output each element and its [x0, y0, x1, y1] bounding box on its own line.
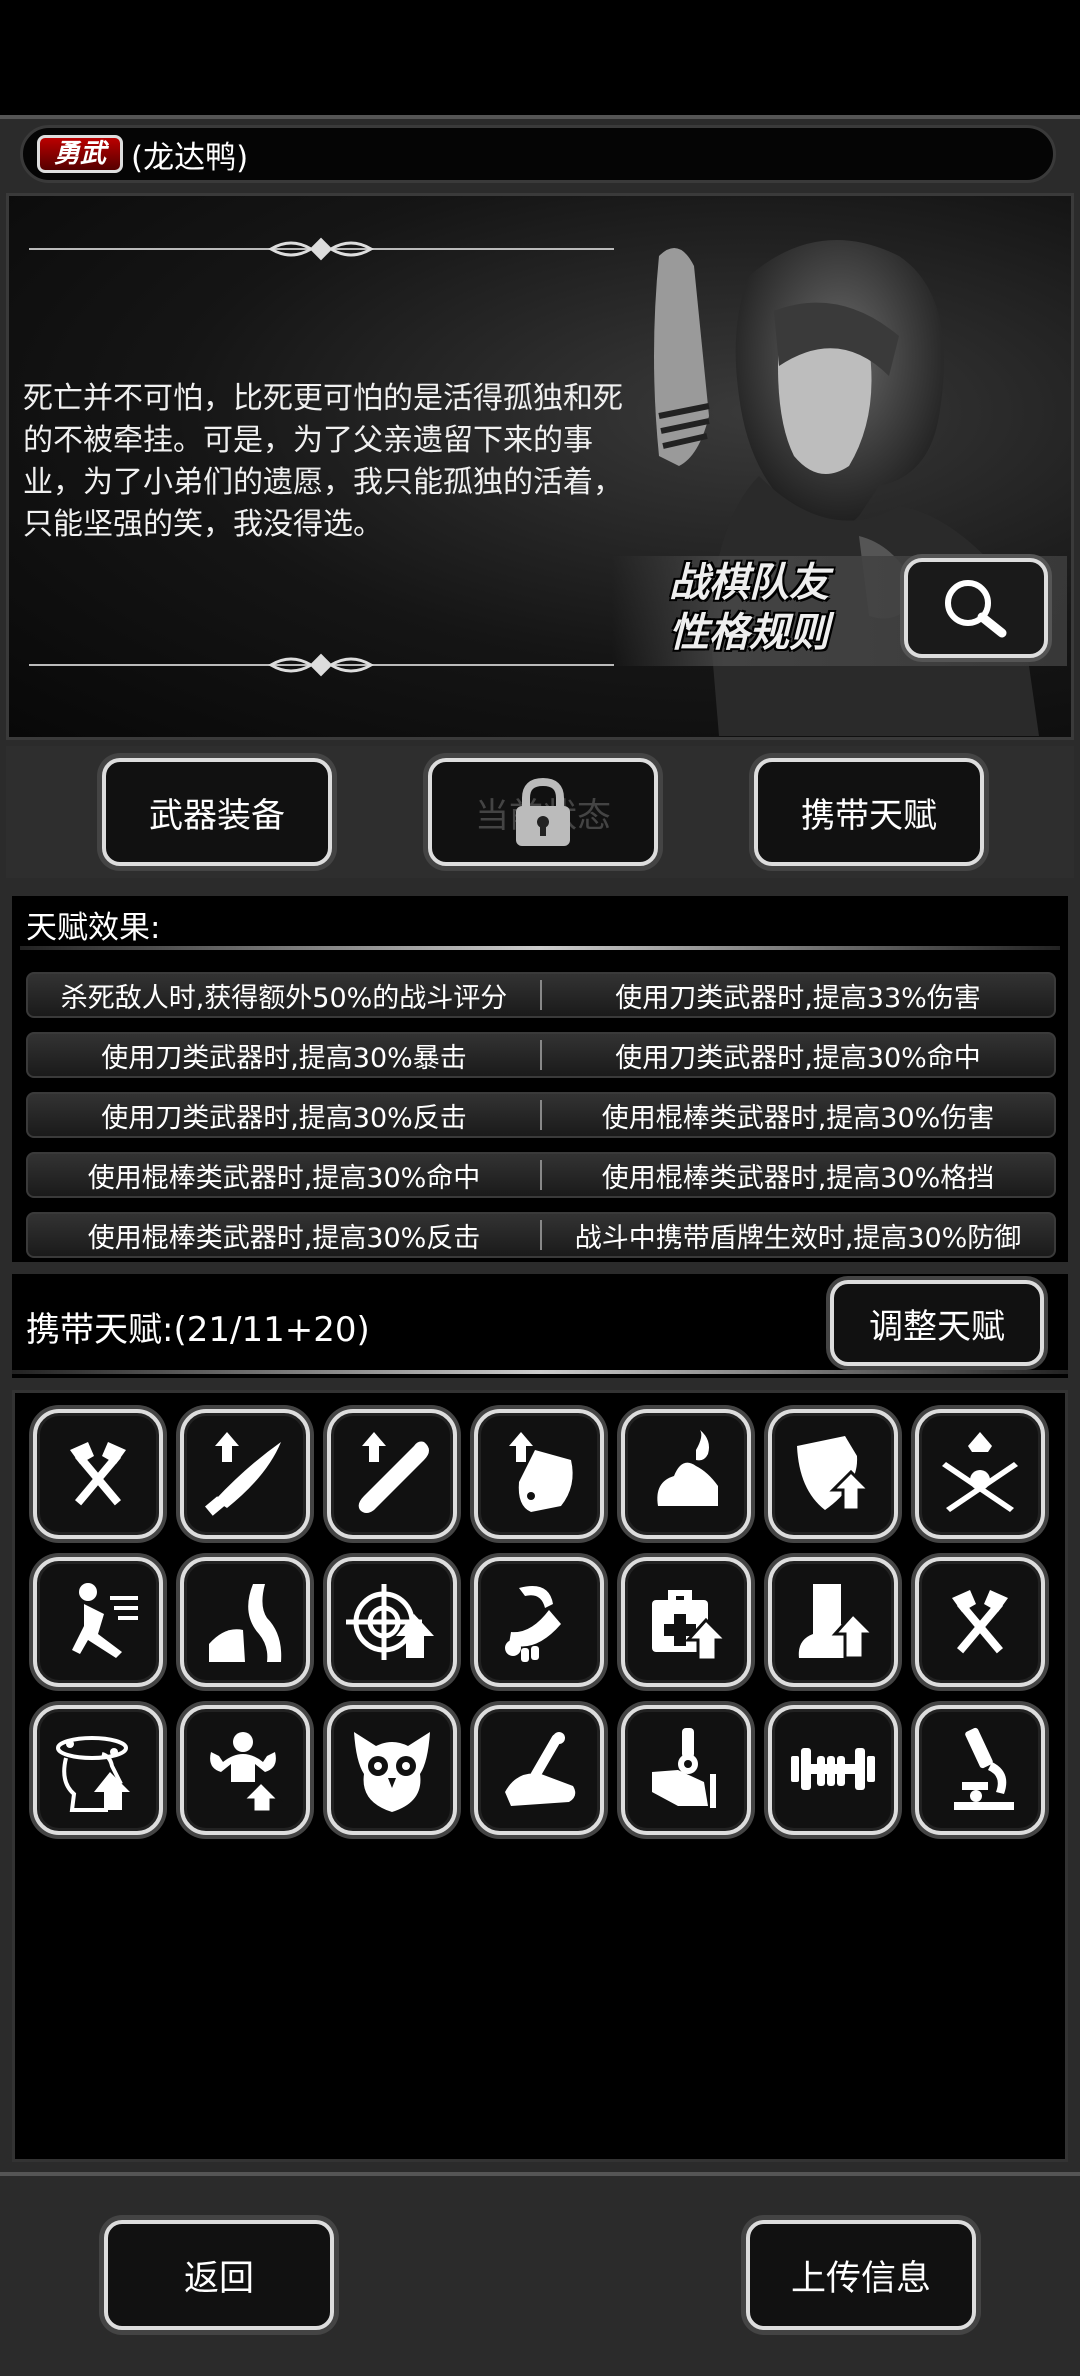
adjust-talents-button[interactable]: 调整天赋 [830, 1280, 1044, 1366]
lock-icon [516, 777, 570, 846]
arm-strike-icon [505, 1586, 561, 1662]
teammate-personality-rules[interactable]: 战棋队友 性格规则 [669, 558, 829, 658]
effect-cell: 杀死敌人时,获得额外50%的战斗评分 [60, 982, 508, 1014]
effect-cell: 使用棍棒类武器时,提高30%伤害 [601, 1102, 995, 1134]
effect-row: 使用棍棒类武器时,提高30%命中 使用棍棒类武器时,提高30%格挡 [26, 1152, 1056, 1198]
talent-slot[interactable] [621, 1557, 751, 1687]
talent-effects-panel: 天赋效果: 杀死敌人时,获得额外50%的战斗评分 使用刀类武器时,提高33%伤害… [12, 896, 1068, 1262]
effect-row: 使用刀类武器时,提高30%反击 使用棍棒类武器时,提高30%伤害 [26, 1092, 1056, 1138]
effect-cell: 使用刀类武器时,提高30%命中 [615, 1042, 981, 1074]
tab-carry-talents[interactable]: 携带天赋 [754, 758, 984, 866]
carry-talents-count: 携带天赋:(21/11+20) [26, 1310, 370, 1350]
talent-slot[interactable] [180, 1557, 310, 1687]
muscle-fire-icon [657, 1430, 718, 1506]
talent-slot[interactable] [915, 1705, 1045, 1835]
effect-cell: 使用刀类武器时,提高33%伤害 [615, 982, 981, 1014]
shield-badge-up-icon [797, 1436, 873, 1512]
boot-up-icon [798, 1584, 877, 1660]
carry-talents-bar: 携带天赋:(21/11+20) 调整天赋 [12, 1274, 1068, 1378]
rules-line-1: 战棋队友 [669, 560, 829, 606]
ornament-top-icon [268, 237, 374, 261]
search-button[interactable] [904, 558, 1048, 658]
talent-slot[interactable] [180, 1409, 310, 1539]
talent-icon-grid [12, 1390, 1068, 2162]
talent-slot[interactable] [33, 1705, 163, 1835]
microscope-icon [954, 1727, 1014, 1810]
talent-slot[interactable] [768, 1409, 898, 1539]
effect-row: 使用刀类武器时,提高30%暴击 使用刀类武器时,提高30%命中 [26, 1032, 1056, 1078]
talent-slot[interactable] [621, 1409, 751, 1539]
talent-slot[interactable] [768, 1705, 898, 1835]
talent-slot[interactable] [915, 1557, 1045, 1687]
talent-slot[interactable] [180, 1705, 310, 1835]
effect-cell: 战斗中携带盾牌生效时,提高30%防御 [574, 1222, 1022, 1254]
hand-drill-icon [652, 1728, 716, 1808]
talent-slot[interactable] [474, 1409, 604, 1539]
bottom-bar: 返回 上传信息 [0, 2172, 1080, 2376]
tab-current-status[interactable]: 当前状态 [428, 758, 658, 866]
effect-row: 使用棍棒类武器时,提高30%反击 战斗中携带盾牌生效时,提高30%防御 [26, 1212, 1056, 1258]
talent-slot[interactable] [474, 1705, 604, 1835]
effect-cell: 使用棍棒类武器时,提高30%命中 [87, 1162, 481, 1194]
effect-row: 杀死敌人时,获得额外50%的战斗评分 使用刀类武器时,提高33%伤害 [26, 972, 1056, 1018]
flex-up-icon [210, 1732, 283, 1814]
crossed-axes-icon [952, 1590, 1008, 1654]
talent-slot[interactable] [768, 1557, 898, 1687]
blade-up-icon [205, 1432, 281, 1516]
effects-title: 天赋效果: [26, 910, 161, 946]
character-name: (龙达鸭) [131, 139, 249, 176]
effect-cell: 使用刀类武器时,提高30%暴击 [101, 1042, 467, 1074]
ornament-bottom-icon [268, 653, 374, 677]
broken-arm-icon [505, 1732, 576, 1806]
dash-icon [72, 1583, 138, 1658]
talent-slot[interactable] [327, 1409, 457, 1539]
effect-cell: 使用刀类武器时,提高30%反击 [101, 1102, 467, 1134]
crossed-swords-crown-icon [942, 1432, 1018, 1512]
road-icon [209, 1584, 282, 1662]
target-up-icon [346, 1584, 434, 1660]
talent-slot[interactable] [915, 1409, 1045, 1539]
rules-line-2: 性格规则 [669, 610, 829, 656]
talent-slot[interactable] [327, 1557, 457, 1687]
search-icon [945, 580, 1007, 638]
character-story: 死亡并不可怕，比死更可怕的是活得孤独和死的不被牵挂。可是，为了父亲遗留下来的事业… [23, 381, 623, 542]
shield-up-icon [509, 1432, 573, 1512]
character-name-bar: 勇武 (龙达鸭) [20, 125, 1056, 183]
tab-weapons[interactable]: 武器装备 [102, 758, 332, 866]
back-button[interactable]: 返回 [104, 2220, 334, 2330]
rank-badge: 勇武 [37, 135, 124, 173]
story-panel: 死亡并不可怕，比死更可怕的是活得孤独和死的不被牵挂。可是，为了父亲遗留下来的事业… [6, 193, 1074, 740]
club-up-icon [358, 1432, 429, 1513]
owl-icon [354, 1732, 430, 1812]
upload-info-button[interactable]: 上传信息 [746, 2220, 976, 2330]
crossed-axes-icon [70, 1442, 126, 1506]
carry-divider [12, 1370, 1068, 1374]
dumbbell-icon [791, 1748, 875, 1790]
effects-divider [20, 946, 1060, 950]
talent-slot[interactable] [33, 1557, 163, 1687]
tab-row: 武器装备 当前状态 携带天赋 [6, 746, 1074, 878]
talent-slot[interactable] [33, 1409, 163, 1539]
talent-slot[interactable] [327, 1705, 457, 1835]
dizzy-head-up-icon [56, 1736, 130, 1812]
talent-slot[interactable] [474, 1557, 604, 1687]
talent-slot[interactable] [621, 1705, 751, 1835]
effect-cell: 使用棍棒类武器时,提高30%反击 [87, 1222, 481, 1254]
medkit-up-icon [652, 1590, 730, 1662]
effect-cell: 使用棍棒类武器时,提高30%格挡 [601, 1162, 995, 1194]
